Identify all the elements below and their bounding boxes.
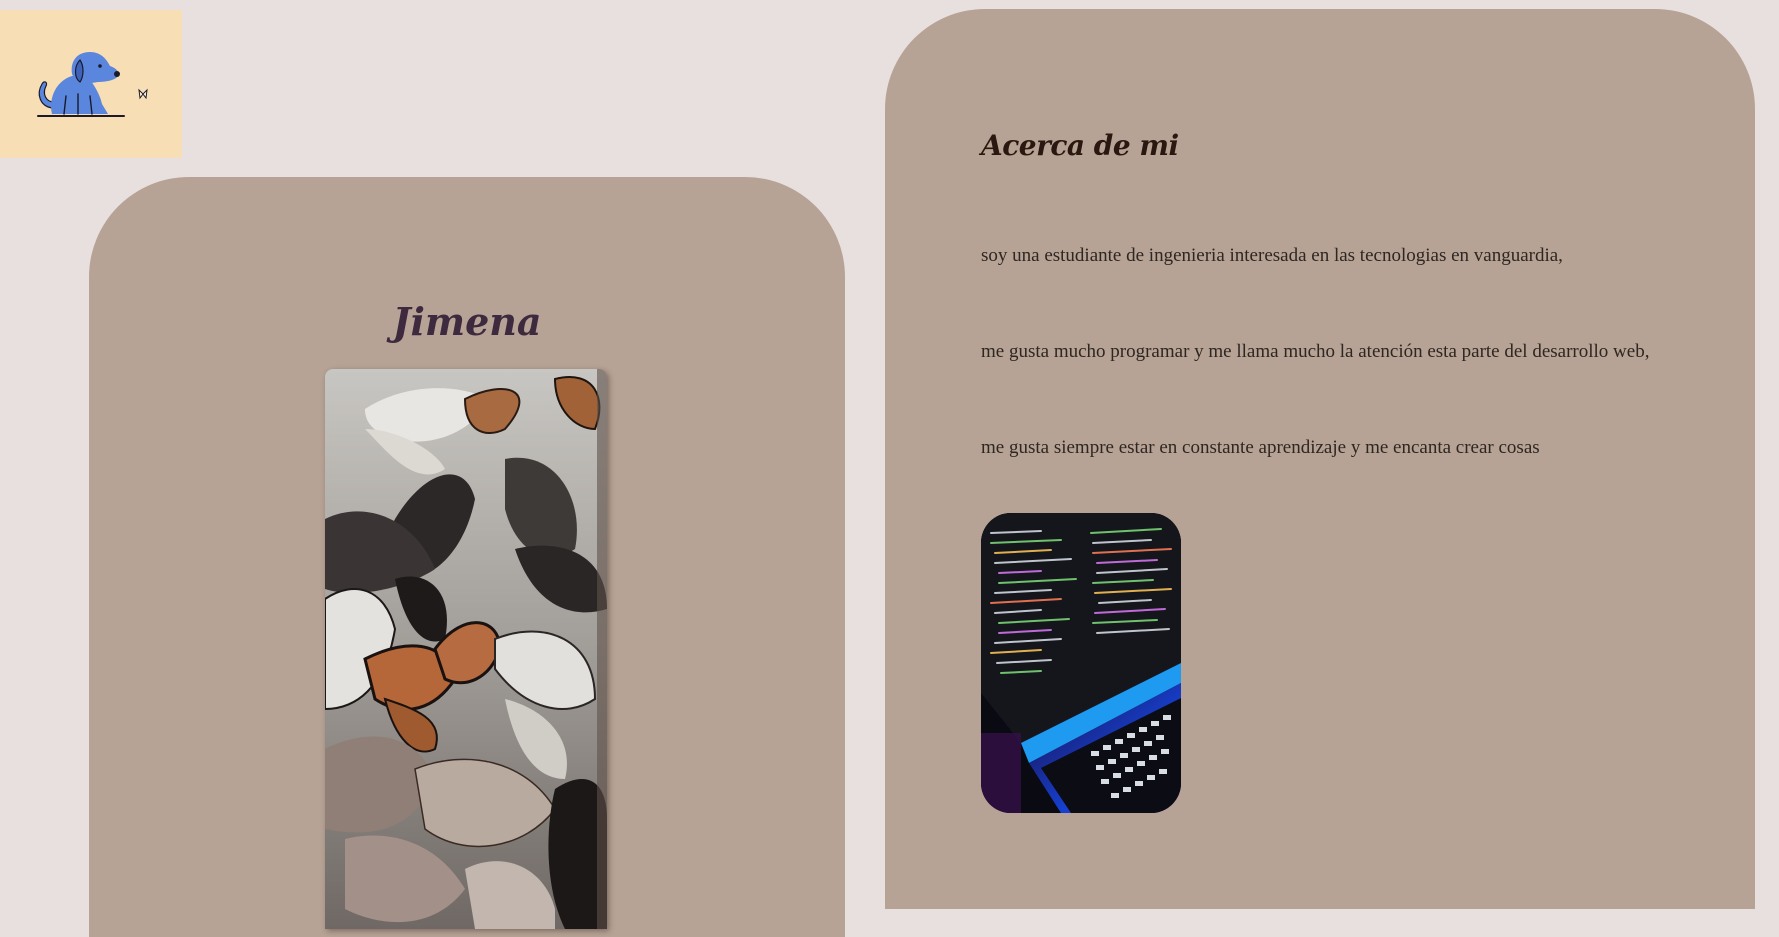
about-paragraph: me gusta siempre estar en constante apre… bbox=[981, 437, 1540, 458]
profile-name: Jimena bbox=[392, 299, 542, 344]
about-title: Acerca de mi bbox=[981, 129, 1179, 162]
butterflies-photo bbox=[325, 369, 607, 929]
laptop-code-photo bbox=[981, 513, 1181, 813]
logo[interactable] bbox=[0, 10, 182, 158]
butterflies-photo-icon bbox=[325, 369, 607, 929]
profile-card: Jimena bbox=[89, 177, 845, 937]
about-paragraph: soy una estudiante de ingenieria interes… bbox=[981, 245, 1563, 266]
about-card: Acerca de mi soy una estudiante de ingen… bbox=[885, 9, 1755, 909]
dog-logo-icon bbox=[37, 52, 148, 117]
laptop-code-icon bbox=[981, 513, 1181, 813]
about-paragraph: me gusta mucho programar y me llama much… bbox=[981, 341, 1650, 362]
